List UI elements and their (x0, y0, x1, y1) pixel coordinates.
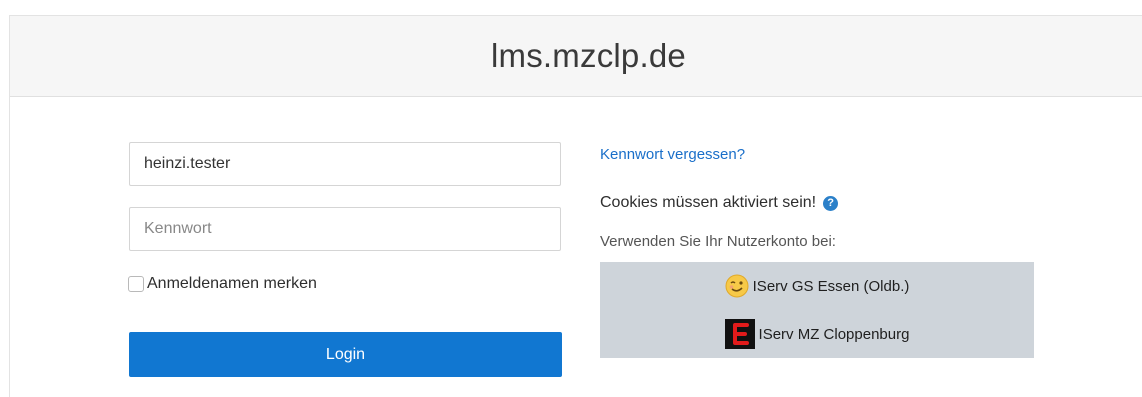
login-card: lms.mzclp.de Anmeldenamen merken Login K… (9, 15, 1142, 397)
cookies-text: Cookies müssen aktiviert sein! (600, 194, 817, 211)
remember-username[interactable]: Anmeldenamen merken (128, 275, 317, 293)
remember-label: Anmeldenamen merken (147, 275, 317, 292)
identity-provider-list: IServ GS Essen (Oldb.) IServ MZ Cloppenb… (600, 262, 1034, 358)
password-input[interactable] (129, 207, 561, 251)
username-input[interactable] (129, 142, 561, 186)
idp-label: IServ GS Essen (Oldb.) (752, 277, 910, 295)
cookies-notice: Cookies müssen aktiviert sein! ? (600, 194, 839, 212)
login-button[interactable]: Login (129, 332, 562, 377)
help-icon[interactable]: ? (823, 195, 839, 211)
idp-button-iserv-mz-cloppenburg[interactable]: IServ MZ Cloppenburg (600, 310, 1034, 358)
remember-checkbox[interactable] (128, 276, 144, 292)
forgot-password-link[interactable]: Kennwort vergessen? (600, 146, 745, 163)
idp-button-iserv-gs-essen[interactable]: IServ GS Essen (Oldb.) (600, 262, 1034, 310)
use-account-text: Verwenden Sie Ihr Nutzerkonto bei: (600, 233, 836, 250)
smiley-logo-icon (725, 274, 749, 298)
card-header: lms.mzclp.de (10, 16, 1142, 97)
idp-label: IServ MZ Cloppenburg (758, 325, 910, 343)
iserv-mz-logo-icon (724, 319, 755, 349)
page-title: lms.mzclp.de (491, 37, 686, 74)
